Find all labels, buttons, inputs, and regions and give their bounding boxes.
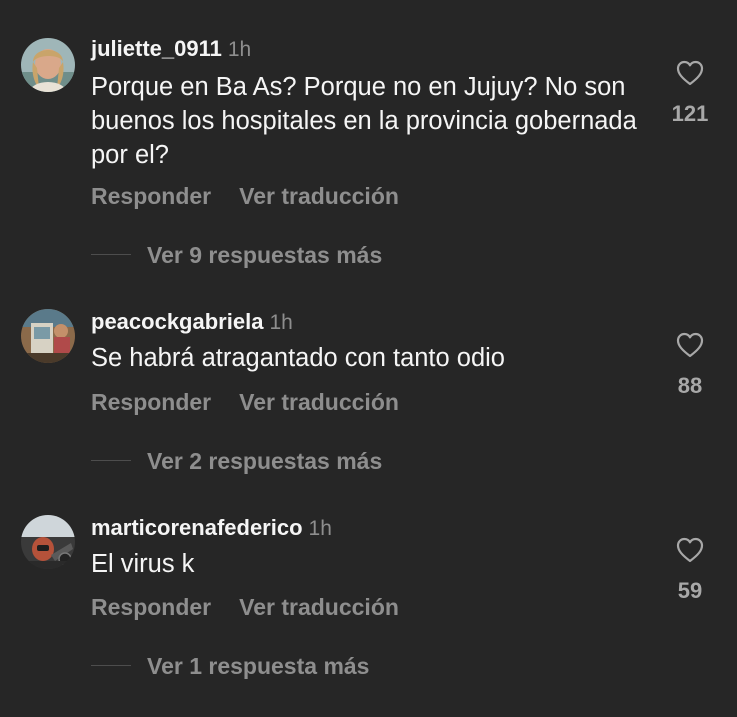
view-replies-label: Ver 1 respuesta más <box>147 652 370 679</box>
like-count: 59 <box>677 578 703 603</box>
comment-header: marticorenafederico 1h <box>91 515 332 542</box>
comment-text: El virus k <box>91 550 195 578</box>
avatar[interactable] <box>21 515 75 569</box>
comment-actions: Responder Ver traducción <box>91 593 399 621</box>
username[interactable]: marticorenafederico <box>91 515 303 540</box>
avatar-photo <box>21 515 75 569</box>
heart-icon[interactable] <box>676 537 704 563</box>
reply-button[interactable]: Responder <box>91 594 211 620</box>
replies-divider <box>91 665 131 667</box>
timestamp: 1h <box>308 517 332 540</box>
view-replies-button[interactable]: Ver 1 respuesta más <box>91 650 369 680</box>
see-translation-button[interactable]: Ver traducción <box>239 594 399 620</box>
like-control: 59 <box>660 537 720 604</box>
comment-item: marticorenafederico 1h El virus k Respond… <box>0 0 737 700</box>
